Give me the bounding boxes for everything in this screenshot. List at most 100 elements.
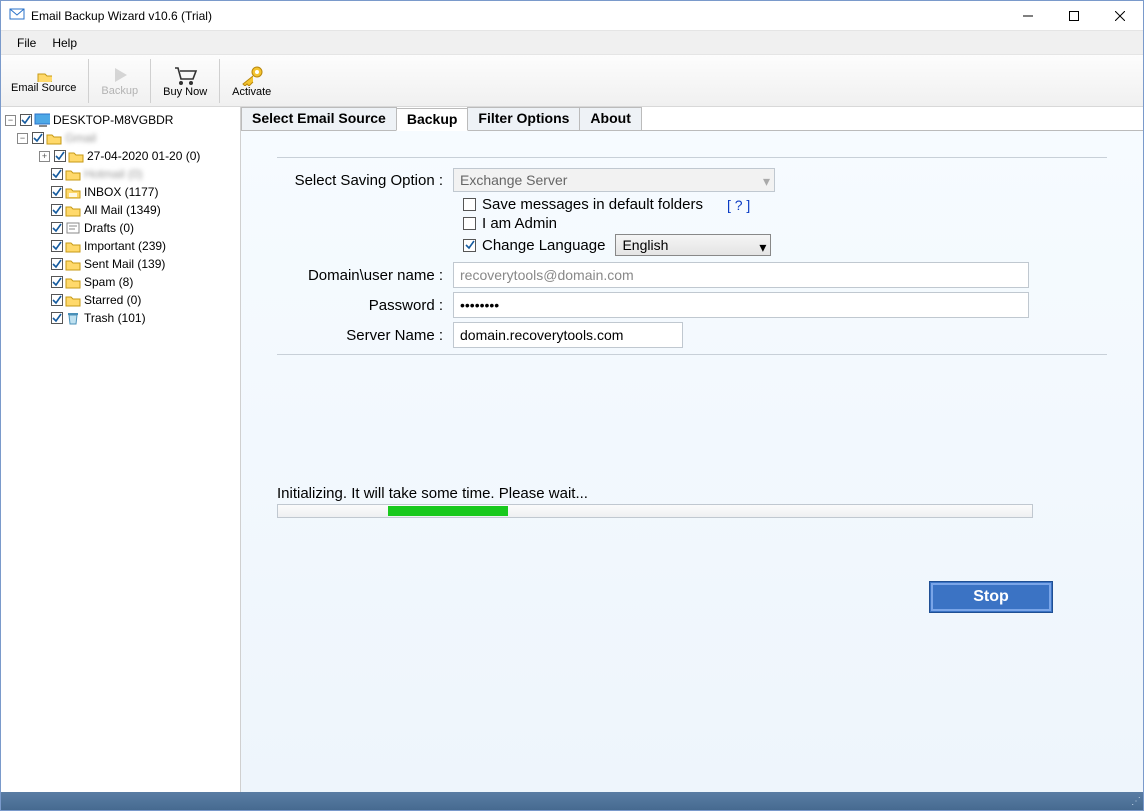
- minimize-button[interactable]: [1005, 1, 1051, 31]
- email-source-label: Email Source: [11, 82, 76, 94]
- progress-segment: [388, 506, 508, 516]
- tree-item[interactable]: Hotmail (0): [3, 165, 238, 183]
- app-icon: [9, 6, 25, 25]
- toolbar-separator: [219, 59, 220, 103]
- tree-item-label: Hotmail (0): [84, 167, 143, 181]
- status-bar: ⋰: [1, 792, 1143, 810]
- progress-status-text: Initializing. It will take some time. Pl…: [277, 485, 1107, 502]
- saving-option-select[interactable]: Exchange Server ▾: [453, 168, 775, 192]
- backup-label: Backup: [101, 85, 138, 97]
- tree-item[interactable]: Spam (8): [3, 273, 238, 291]
- computer-icon: [34, 113, 50, 127]
- checkbox[interactable]: [51, 168, 63, 180]
- tab-select-email-source[interactable]: Select Email Source: [241, 107, 397, 130]
- folder-icon: [65, 275, 81, 289]
- tree-item-label: Trash (101): [84, 311, 146, 325]
- tree-root[interactable]: − DESKTOP-M8VGBDR: [3, 111, 238, 129]
- backup-button[interactable]: Backup: [91, 56, 148, 106]
- folder-icon: [68, 149, 84, 163]
- tree-item[interactable]: Important (239): [3, 237, 238, 255]
- tree-item[interactable]: All Mail (1349): [3, 201, 238, 219]
- folder-icon: [65, 257, 81, 271]
- folder-icon: [65, 239, 81, 253]
- checkbox[interactable]: [51, 222, 63, 234]
- checkbox[interactable]: [54, 150, 66, 162]
- password-input[interactable]: [453, 292, 1029, 318]
- checkbox[interactable]: [51, 240, 63, 252]
- server-name-input[interactable]: [453, 322, 683, 348]
- server-name-label: Server Name :: [277, 327, 453, 344]
- tab-bar: Select Email Source Backup Filter Option…: [241, 107, 1143, 131]
- language-value: English: [622, 237, 668, 253]
- menu-file[interactable]: File: [9, 34, 44, 52]
- folder-icon: [65, 167, 81, 181]
- tab-about[interactable]: About: [579, 107, 641, 130]
- tree-item[interactable]: INBOX (1177): [3, 183, 238, 201]
- checkbox[interactable]: [51, 294, 63, 306]
- tree-account-label: Gmail: [65, 131, 96, 145]
- menu-bar: File Help: [1, 31, 1143, 55]
- menu-help[interactable]: Help: [44, 34, 85, 52]
- tree-item[interactable]: Drafts (0): [3, 219, 238, 237]
- tree-item-label: INBOX (1177): [84, 185, 158, 199]
- window-title: Email Backup Wizard v10.6 (Trial): [31, 9, 212, 23]
- tree-item-label: Starred (0): [84, 293, 141, 307]
- backup-tab-body: Select Saving Option : Exchange Server ▾…: [241, 131, 1143, 792]
- saving-option-label: Select Saving Option :: [277, 172, 453, 189]
- tree-item[interactable]: Starred (0): [3, 291, 238, 309]
- maximize-button[interactable]: [1051, 1, 1097, 31]
- tree-item[interactable]: Trash (101): [3, 309, 238, 327]
- language-select[interactable]: English ▾: [615, 234, 771, 256]
- divider: [277, 354, 1107, 355]
- help-link[interactable]: [ ? ]: [727, 197, 750, 213]
- account-icon: [46, 131, 62, 145]
- checkbox[interactable]: [51, 258, 63, 270]
- inbox-icon: [65, 185, 81, 199]
- activate-button[interactable]: Activate: [222, 56, 281, 106]
- folder-icon: [65, 293, 81, 307]
- domain-user-input[interactable]: [453, 262, 1029, 288]
- checkbox[interactable]: [51, 312, 63, 324]
- tab-backup[interactable]: Backup: [396, 108, 469, 131]
- close-button[interactable]: [1097, 1, 1143, 31]
- toolbar-separator: [88, 59, 89, 103]
- stop-button-label: Stop: [973, 588, 1009, 606]
- stop-button[interactable]: Stop: [929, 581, 1053, 613]
- tree-item-label: 27-04-2020 01-20 (0): [87, 149, 200, 163]
- tree-root-label: DESKTOP-M8VGBDR: [53, 113, 173, 127]
- resize-grip-icon[interactable]: ⋰: [1131, 796, 1139, 807]
- toolbar: Email Source Backup Buy Now Activate: [1, 55, 1143, 107]
- saving-option-value: Exchange Server: [460, 172, 567, 188]
- email-source-button[interactable]: Email Source: [1, 56, 86, 106]
- drafts-icon: [65, 221, 81, 235]
- collapse-icon[interactable]: −: [5, 115, 16, 126]
- trash-icon: [65, 311, 81, 325]
- expand-icon[interactable]: +: [39, 151, 50, 162]
- activate-label: Activate: [232, 86, 271, 98]
- tree-item[interactable]: + 27-04-2020 01-20 (0): [3, 147, 238, 165]
- checkbox[interactable]: [51, 276, 63, 288]
- checkbox[interactable]: [51, 186, 63, 198]
- chevron-down-icon: ▾: [759, 239, 766, 256]
- divider: [277, 157, 1107, 158]
- chevron-down-icon: ▾: [763, 173, 770, 190]
- tree-account[interactable]: − Gmail: [3, 129, 238, 147]
- change-language-checkbox[interactable]: [463, 239, 476, 252]
- buy-now-button[interactable]: Buy Now: [153, 56, 217, 106]
- save-default-checkbox[interactable]: [463, 198, 476, 211]
- checkbox[interactable]: [20, 114, 32, 126]
- folder-icon: [65, 203, 81, 217]
- checkbox[interactable]: [32, 132, 44, 144]
- tree-item-label: Important (239): [84, 239, 166, 253]
- domain-user-label: Domain\user name :: [277, 267, 453, 284]
- tree-item[interactable]: Sent Mail (139): [3, 255, 238, 273]
- tree-item-label: Sent Mail (139): [84, 257, 165, 271]
- password-label: Password :: [277, 297, 453, 314]
- tab-filter-options[interactable]: Filter Options: [467, 107, 580, 130]
- collapse-icon[interactable]: −: [17, 133, 28, 144]
- progress-bar: [277, 504, 1033, 518]
- checkbox[interactable]: [51, 204, 63, 216]
- title-bar: Email Backup Wizard v10.6 (Trial): [1, 1, 1143, 31]
- folder-tree: − DESKTOP-M8VGBDR − Gmail + 27-04-2020 0…: [1, 107, 241, 792]
- i-am-admin-checkbox[interactable]: [463, 217, 476, 230]
